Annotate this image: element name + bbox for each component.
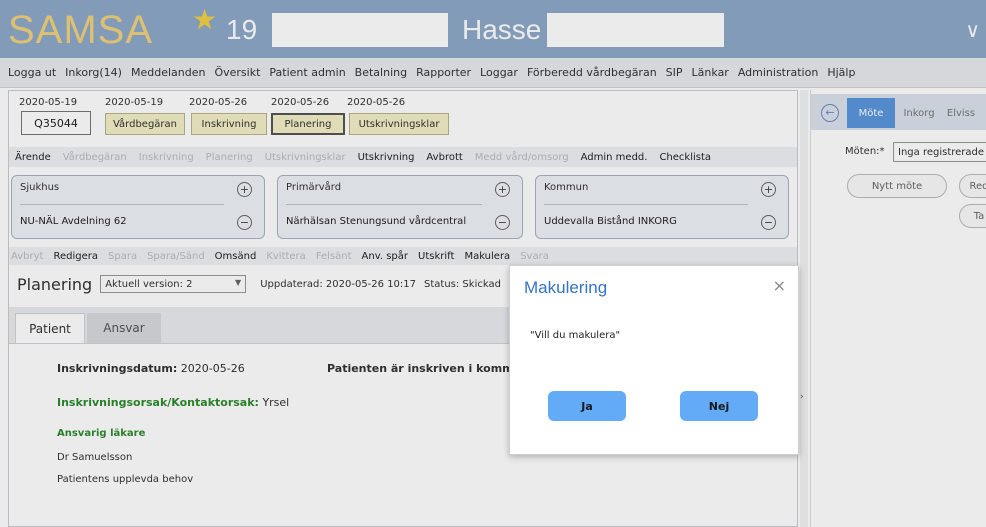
close-icon[interactable]: × <box>773 276 786 295</box>
makulering-dialog: Makulering × "Vill du makulera" Ja Nej <box>509 265 799 455</box>
no-button[interactable]: Nej <box>680 391 758 421</box>
yes-button[interactable]: Ja <box>548 391 626 421</box>
dialog-message: "Vill du makulera" <box>530 330 621 341</box>
dialog-title: Makulering <box>524 278 608 297</box>
modal-overlay <box>0 0 986 527</box>
